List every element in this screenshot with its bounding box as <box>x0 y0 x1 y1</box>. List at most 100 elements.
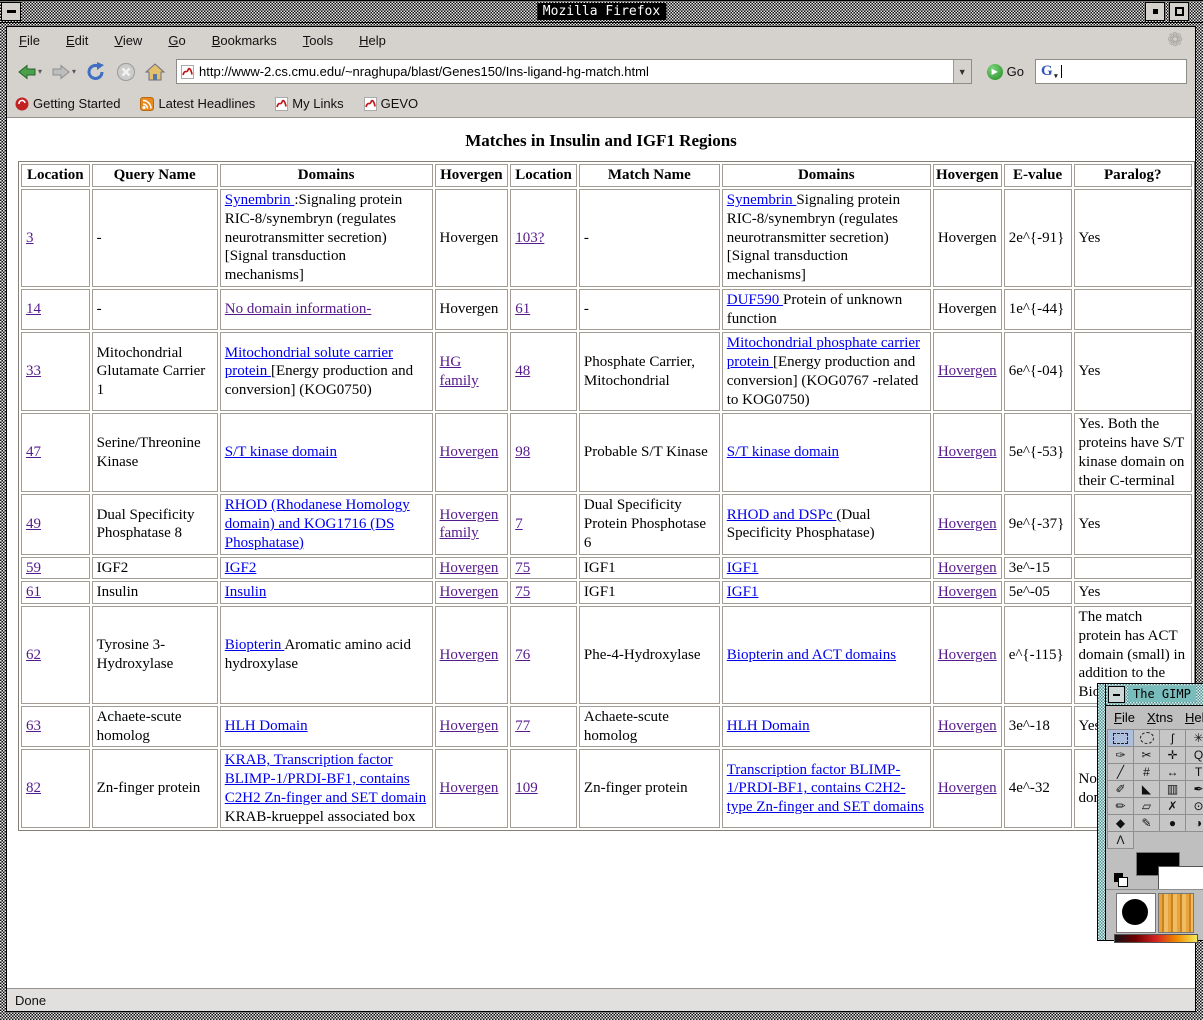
visited-link[interactable]: 59 <box>26 560 41 576</box>
gimp-menu-button[interactable] <box>1108 686 1125 703</box>
clone-tool-icon[interactable]: ⊙ <box>1185 797 1203 816</box>
menu-file[interactable]: File <box>19 33 40 48</box>
visited-link[interactable]: 98 <box>515 444 530 460</box>
pencil-tool-icon[interactable]: ╱ <box>1107 763 1134 782</box>
measure-tool-icon[interactable]: Λ <box>1107 831 1134 850</box>
link[interactable]: Synembrin <box>225 192 295 208</box>
visited-link[interactable]: 62 <box>26 647 41 663</box>
visited-link[interactable]: HG family <box>440 354 479 389</box>
eraser-tool-icon[interactable]: ▱ <box>1133 797 1160 816</box>
link[interactable]: HLH Domain <box>727 718 810 734</box>
visited-link[interactable]: 14 <box>26 301 41 317</box>
visited-link[interactable]: 33 <box>26 363 41 379</box>
visited-link[interactable]: 63 <box>26 718 41 734</box>
text-tool-icon[interactable]: T <box>1185 763 1203 782</box>
flip-tool-icon[interactable]: ↔ <box>1159 763 1186 782</box>
url-dropdown-button[interactable]: ▼ <box>952 60 971 83</box>
link[interactable]: Transcription factor BLIMP-1/PRDI-BF1, c… <box>727 762 924 816</box>
link[interactable]: Biopterin <box>225 637 285 653</box>
url-text[interactable]: http://www-2.cs.cmu.edu/~nraghupa/blast/… <box>199 64 953 79</box>
search-input[interactable]: G ▾ <box>1035 59 1187 84</box>
bucket-fill-tool-icon[interactable]: ◣ <box>1133 780 1160 799</box>
visited-link[interactable]: Hovergen <box>440 647 499 663</box>
gimp-resize-grip[interactable] <box>1098 684 1106 940</box>
link[interactable]: Biopterin and ACT domains <box>727 647 896 663</box>
visited-link[interactable]: Hovergen <box>440 584 499 600</box>
gradient-tool-icon[interactable]: ▥ <box>1159 780 1186 799</box>
ellipse-select-tool-icon[interactable] <box>1133 729 1160 748</box>
visited-link[interactable]: 7 <box>515 516 523 532</box>
visited-link[interactable]: 49 <box>26 516 41 532</box>
link[interactable]: IGF1 <box>727 584 759 600</box>
back-button[interactable]: ▾ <box>15 57 44 87</box>
visited-link[interactable]: Hovergen <box>440 444 499 460</box>
blur-tool-icon[interactable]: ◆ <box>1107 814 1134 833</box>
reload-button[interactable] <box>83 57 109 87</box>
wm-menu-button[interactable] <box>1 2 21 21</box>
menu-edit[interactable]: Edit <box>66 33 88 48</box>
link[interactable]: IGF2 <box>225 560 257 576</box>
bookmark-my-links[interactable]: My Links <box>275 96 344 111</box>
crop-tool-icon[interactable]: # <box>1133 763 1160 782</box>
rect-select-tool-icon[interactable] <box>1107 729 1134 748</box>
url-bar[interactable]: http://www-2.cs.cmu.edu/~nraghupa/blast/… <box>176 59 972 84</box>
menu-tools[interactable]: Tools <box>303 33 333 48</box>
link[interactable]: IGF1 <box>727 560 759 576</box>
scissors-tool-icon[interactable]: ✂ <box>1133 746 1160 765</box>
active-pattern-indicator[interactable] <box>1158 893 1194 934</box>
visited-link[interactable]: Hovergen <box>938 584 997 600</box>
visited-link[interactable]: No domain information- <box>225 301 372 317</box>
wm-maximize-button[interactable] <box>1169 2 1189 21</box>
active-brush-indicator[interactable] <box>1116 893 1156 934</box>
visited-link[interactable]: 48 <box>515 363 530 379</box>
visited-link[interactable]: Hovergen <box>938 718 997 734</box>
gimp-menu-file[interactable]: File <box>1114 710 1135 725</box>
visited-link[interactable]: Hovergen <box>938 647 997 663</box>
forward-button[interactable]: ▾ <box>49 57 78 87</box>
visited-link[interactable]: Hovergen <box>938 780 997 796</box>
visited-link[interactable]: 61 <box>515 301 530 317</box>
bookmark-gevo[interactable]: GEVO <box>363 96 418 111</box>
menu-go[interactable]: Go <box>168 33 185 48</box>
visited-link[interactable]: 3 <box>26 230 34 246</box>
visited-link[interactable]: Hovergen <box>938 516 997 532</box>
stop-button[interactable] <box>114 57 138 87</box>
link[interactable]: RHOD and DSPc <box>727 507 837 523</box>
link[interactable]: S/T kinase domain <box>727 444 839 460</box>
home-button[interactable] <box>143 57 167 87</box>
visited-link[interactable]: Hovergen <box>938 560 997 576</box>
color-picker-tool-icon[interactable]: ✐ <box>1107 780 1134 799</box>
link[interactable]: DUF590 <box>727 292 783 308</box>
link[interactable]: RHOD (Rhodanese Homology domain) and KOG… <box>225 497 410 551</box>
visited-link[interactable]: Hovergen family <box>440 507 499 542</box>
bookmark-getting-started[interactable]: Getting Started <box>15 96 120 111</box>
link[interactable]: Synembrin <box>727 192 797 208</box>
ink-tool-icon[interactable]: ✒ <box>1185 780 1203 799</box>
gimp-titlebar[interactable]: The GIMP <box>1106 684 1203 707</box>
dodge-burn-tool-icon[interactable]: ● <box>1159 814 1186 833</box>
menu-bookmarks[interactable]: Bookmarks <box>212 33 277 48</box>
fuzzy-select-tool-icon[interactable]: ✳ <box>1185 729 1203 748</box>
wm-minimize-button[interactable] <box>1145 2 1165 21</box>
visited-link[interactable]: Hovergen <box>440 718 499 734</box>
gimp-menu-help[interactable]: Help <box>1185 710 1203 725</box>
visited-link[interactable]: 109 <box>515 780 538 796</box>
gimp-menu-xtns[interactable]: Xtns <box>1147 710 1173 725</box>
active-gradient-indicator[interactable] <box>1114 934 1198 944</box>
visited-link[interactable]: 47 <box>26 444 41 460</box>
paintbrush-tool-icon[interactable]: ✏ <box>1107 797 1134 816</box>
visited-link[interactable]: 61 <box>26 584 41 600</box>
airbrush-tool-icon[interactable]: ✗ <box>1159 797 1186 816</box>
visited-link[interactable]: 82 <box>26 780 41 796</box>
default-colors-icon[interactable] <box>1114 873 1128 888</box>
visited-link[interactable]: 75 <box>515 584 530 600</box>
visited-link[interactable]: Hovergen <box>440 560 499 576</box>
link[interactable]: KRAB, Transcription factor BLIMP-1/PRDI-… <box>225 752 426 806</box>
zoom-tool-icon[interactable]: Q <box>1185 746 1203 765</box>
link[interactable]: Insulin <box>225 584 267 600</box>
visited-link[interactable]: Hovergen <box>938 363 997 379</box>
convolve-tool-icon[interactable]: ◑ <box>1185 814 1203 833</box>
visited-link[interactable]: 76 <box>515 647 530 663</box>
menu-help[interactable]: Help <box>359 33 386 48</box>
background-color-swatch[interactable] <box>1158 866 1203 891</box>
